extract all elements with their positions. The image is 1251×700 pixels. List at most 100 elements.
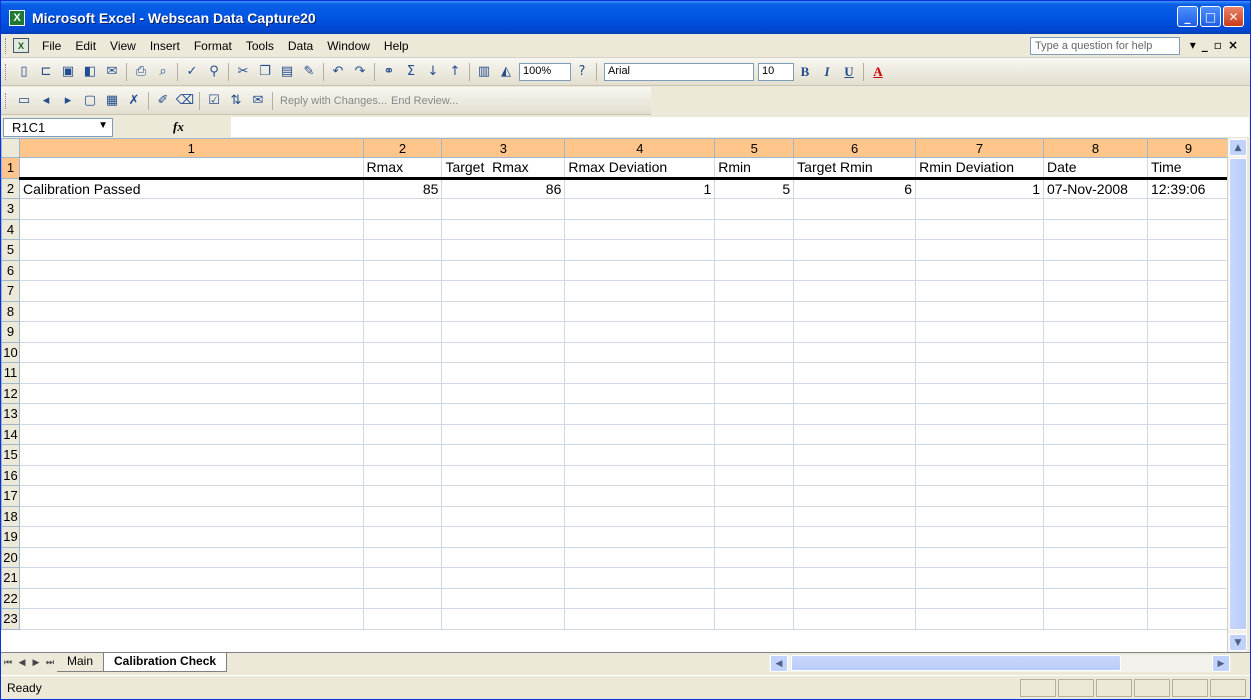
- copy-icon[interactable]: ❐: [254, 62, 276, 82]
- column-header[interactable]: 7: [915, 138, 1045, 158]
- cell[interactable]: [1146, 464, 1230, 486]
- menu-tools[interactable]: Tools: [239, 39, 281, 53]
- cell[interactable]: [362, 239, 443, 261]
- bold-button[interactable]: B: [794, 62, 816, 82]
- row-header[interactable]: 14: [1, 423, 20, 445]
- cell[interactable]: [714, 239, 795, 261]
- menu-view[interactable]: View: [103, 39, 143, 53]
- cell[interactable]: Target Rmin: [793, 157, 917, 180]
- cell[interactable]: [362, 464, 443, 486]
- cell[interactable]: Date: [1043, 157, 1148, 180]
- cell[interactable]: [1146, 567, 1230, 589]
- cell[interactable]: [564, 280, 716, 302]
- cell[interactable]: [793, 280, 917, 302]
- cell[interactable]: [362, 382, 443, 404]
- cell[interactable]: [564, 485, 716, 507]
- redo-icon[interactable]: ↷: [349, 62, 371, 82]
- sort-ascending-icon[interactable]: ↓: [422, 62, 444, 82]
- cell[interactable]: [18, 362, 364, 384]
- insert-function-button[interactable]: fx: [173, 119, 184, 135]
- cell[interactable]: [564, 239, 716, 261]
- cell[interactable]: [564, 567, 716, 589]
- cell[interactable]: [793, 259, 917, 281]
- cell[interactable]: [441, 444, 566, 466]
- scroll-right-icon[interactable]: ▶: [1212, 655, 1230, 672]
- horizontal-scrollbar[interactable]: ◀ ▶: [769, 655, 1231, 672]
- paste-icon[interactable]: ▤: [276, 62, 298, 82]
- cell[interactable]: [793, 505, 917, 527]
- cell[interactable]: [714, 321, 795, 343]
- row-header[interactable]: 16: [1, 464, 20, 486]
- help-icon[interactable]: ?: [571, 62, 593, 82]
- sheet-tab-main[interactable]: Main: [57, 653, 104, 672]
- cell[interactable]: [1146, 444, 1230, 466]
- vertical-scroll-thumb[interactable]: [1229, 158, 1247, 630]
- cell[interactable]: [362, 587, 443, 609]
- cell[interactable]: [441, 239, 566, 261]
- cell[interactable]: [18, 423, 364, 445]
- cell[interactable]: [441, 280, 566, 302]
- chart-wizard-icon[interactable]: ▥: [473, 62, 495, 82]
- cell[interactable]: 85: [362, 177, 443, 199]
- open-icon[interactable]: ⊏: [35, 62, 57, 82]
- cell[interactable]: 1: [915, 177, 1045, 199]
- update-file-icon[interactable]: ⇅: [225, 91, 247, 111]
- cell[interactable]: [362, 567, 443, 589]
- cell[interactable]: [714, 587, 795, 609]
- next-comment-icon[interactable]: ▸: [57, 91, 79, 111]
- cell[interactable]: [714, 423, 795, 445]
- column-header[interactable]: 2: [362, 138, 443, 158]
- cell[interactable]: [1043, 382, 1148, 404]
- cell[interactable]: [714, 198, 795, 220]
- menu-insert[interactable]: Insert: [143, 39, 187, 53]
- autosum-icon[interactable]: Σ: [400, 62, 422, 82]
- cell[interactable]: [362, 526, 443, 548]
- column-header[interactable]: 4: [564, 138, 716, 158]
- cell[interactable]: [915, 239, 1045, 261]
- cell[interactable]: [915, 505, 1045, 527]
- cell[interactable]: [441, 608, 566, 630]
- cell[interactable]: [362, 403, 443, 425]
- cell[interactable]: [441, 300, 566, 322]
- cell[interactable]: [714, 567, 795, 589]
- format-painter-icon[interactable]: ✎: [298, 62, 320, 82]
- cell[interactable]: [1043, 362, 1148, 384]
- cell[interactable]: [714, 300, 795, 322]
- end-review-button[interactable]: End Review...: [391, 95, 458, 107]
- select-all-corner[interactable]: [1, 138, 20, 158]
- show-all-comments-icon[interactable]: ▦: [101, 91, 123, 111]
- cell[interactable]: Rmax: [362, 157, 443, 180]
- row-header[interactable]: 10: [1, 341, 20, 363]
- menu-edit[interactable]: Edit: [68, 39, 103, 53]
- formula-input[interactable]: [231, 117, 1249, 137]
- drawing-icon[interactable]: ◭: [495, 62, 517, 82]
- column-header[interactable]: 5: [714, 138, 795, 158]
- cell[interactable]: [362, 362, 443, 384]
- cell[interactable]: [915, 362, 1045, 384]
- new-icon[interactable]: ▯: [13, 62, 35, 82]
- cell[interactable]: [1146, 198, 1230, 220]
- cell[interactable]: [1043, 239, 1148, 261]
- cell[interactable]: [1146, 423, 1230, 445]
- cell[interactable]: [564, 259, 716, 281]
- cell[interactable]: [1043, 485, 1148, 507]
- cell[interactable]: [793, 403, 917, 425]
- cell[interactable]: [1043, 280, 1148, 302]
- help-search-input[interactable]: Type a question for help: [1030, 37, 1180, 55]
- cell[interactable]: [915, 341, 1045, 363]
- cell[interactable]: [714, 259, 795, 281]
- cell[interactable]: [1043, 608, 1148, 630]
- last-sheet-icon[interactable]: ⏭: [43, 658, 57, 668]
- menu-window[interactable]: Window: [320, 39, 377, 53]
- cell[interactable]: [915, 423, 1045, 445]
- cell[interactable]: [18, 341, 364, 363]
- cell[interactable]: [714, 341, 795, 363]
- cell[interactable]: [915, 403, 1045, 425]
- cell[interactable]: [915, 546, 1045, 568]
- cell[interactable]: [1146, 587, 1230, 609]
- cell[interactable]: [362, 280, 443, 302]
- cell[interactable]: [1146, 300, 1230, 322]
- cell[interactable]: [915, 198, 1045, 220]
- toolbar-grip[interactable]: [5, 63, 9, 80]
- zoom-select[interactable]: 100%: [519, 62, 571, 81]
